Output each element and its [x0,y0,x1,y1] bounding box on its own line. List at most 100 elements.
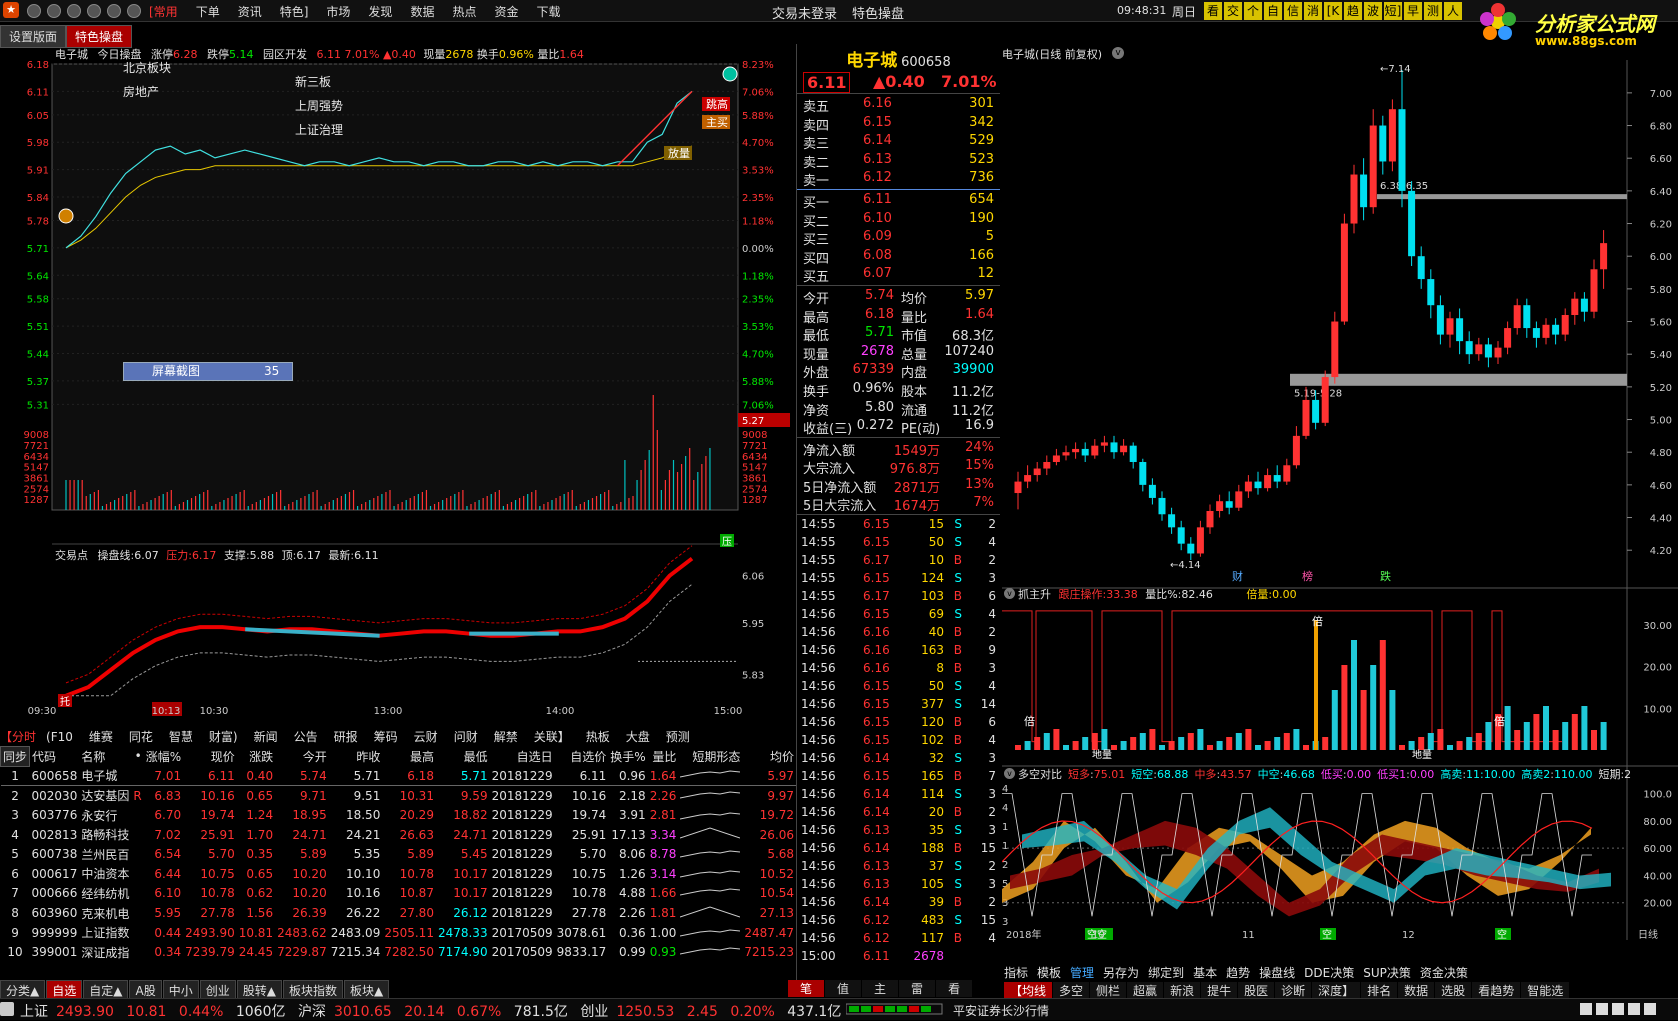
kline-tab[interactable]: 侧栏 [1090,982,1127,999]
toolbar-button[interactable]: 波 [1364,2,1382,20]
tick-row[interactable]: 14:56 6.16 8 B 3 [797,661,1000,679]
kline-tab[interactable]: 提牛 [1201,982,1238,999]
tick-row[interactable]: 14:56 6.15 50 S 4 [797,679,1000,697]
toolbar-button[interactable]: 短] [1384,2,1402,20]
column-header[interactable]: 涨幅% [144,747,183,767]
tick-row[interactable]: 14:56 6.14 20 B 2 [797,805,1000,823]
list-nav-item[interactable]: 维赛 [89,730,113,744]
tick-row[interactable]: 14:56 6.14 114 S 3 [797,787,1000,805]
table-row[interactable]: 5 600738 兰州民百 6.54 5.70 0.35 5.89 5.35 5.89 5.45 2… [1,844,797,864]
list-nav-item[interactable]: 预测 [666,730,690,744]
tick-row[interactable]: 14:56 6.14 39 B 2 [797,895,1000,913]
window-button-icon[interactable] [47,4,61,18]
tick-row[interactable]: 14:56 6.14 188 B 15 [797,841,1000,859]
list-nav-item[interactable]: 新闻 [254,730,278,744]
table-row[interactable]: 6 000617 中油资本 6.44 10.75 0.65 10.20 10.10 10.78 1… [1,864,797,884]
table-row[interactable]: 1 600658 电子城 7.01 6.11 0.40 5.74 5.71 6.18 5.71 20… [0,766,797,786]
toolbar-button[interactable]: 看 [1204,2,1222,20]
intraday-chart[interactable]: 6.18 6.11 6.05 5.98 5.91 5.84 5.78 5.71 5.64 5.58… [0,60,796,720]
tick-row[interactable]: 14:56 6.15 120 B 6 [797,715,1000,733]
login-status[interactable]: 交易未登录 [772,3,837,22]
list-nav-item[interactable]: (F10 [46,730,73,744]
column-header[interactable]: • [131,747,143,767]
quote-tab[interactable]: 看 [936,980,973,997]
list-nav-item[interactable]: 大盘 [626,730,650,744]
chevron-down-icon[interactable]: v [1004,588,1015,599]
list-nav-item[interactable]: 研报 [334,730,358,744]
table-row[interactable]: 10 399001 深证成指 0.34 7239.79 24.45 7229.87 7215.… [1,942,797,962]
quote-tab[interactable]: 笔 [788,980,825,997]
tick-row[interactable]: 14:55 6.15 124 S 3 [797,571,1000,589]
tick-row[interactable]: 14:56 6.15 377 S 14 [797,697,1000,715]
tick-row[interactable]: 14:55 6.17 10 B 2 [797,553,1000,571]
kline-menu-item[interactable]: 基本 [1193,966,1217,980]
kline-tab[interactable]: 多空 [1053,982,1090,999]
column-header[interactable]: 最低 [436,747,490,767]
kline-menu-item[interactable]: 管理 [1070,966,1094,980]
list-nav-item[interactable]: 云财 [414,730,438,744]
tick-list[interactable]: 14:55 6.15 15 S 2 14:55 6.15 50 S 4 14:55 6.17 10 B 2 1… [797,515,1000,967]
list-nav-item[interactable]: 财富) [209,730,238,744]
tick-row[interactable]: 14:56 6.13 105 S 3 [797,877,1000,895]
tick-row[interactable]: 14:56 6.13 37 S 2 [797,859,1000,877]
list-nav-item[interactable]: 问财 [454,730,478,744]
kline-tab[interactable]: 股医 [1238,982,1275,999]
window-button-icon[interactable] [27,4,41,18]
list-nav-item[interactable]: 智慧 [169,730,193,744]
kline-tab[interactable]: 排名 [1361,982,1398,999]
window-button-icon[interactable] [67,4,81,18]
table-row[interactable]: 7 000666 经纬纺机 6.10 10.78 0.62 10.20 10.16 10.87 1… [1,884,797,904]
window-button-icon[interactable] [87,4,101,18]
menu-item[interactable]: 下单 [187,0,229,23]
list-nav-item[interactable]: 【分时 [0,730,36,744]
kline-tab[interactable]: 看趋势 [1472,982,1521,999]
quote-tab[interactable]: 主 [862,980,899,997]
kline-tab[interactable]: 诊断 [1275,982,1312,999]
column-header[interactable]: 量比 [648,747,679,767]
list-nav-item[interactable]: 同花 [129,730,153,744]
menu-item[interactable]: 下载 [527,0,569,23]
menu-item[interactable]: 发现 [359,0,401,23]
kline-tab[interactable]: 智能选 [1521,982,1570,999]
list-nav-item[interactable]: 公告 [294,730,318,744]
window-button-icon[interactable] [107,4,121,18]
kline-menu-item[interactable]: 指标 [1004,966,1028,980]
kline-tab[interactable]: 超赢 [1127,982,1164,999]
tick-row[interactable]: 14:55 6.15 50 S 4 [797,535,1000,553]
kline-menu-item[interactable]: 操盘线 [1259,966,1295,980]
menu-item[interactable]: 特色] [271,0,318,23]
column-header[interactable]: 自选日 [490,747,555,767]
window-button-icon[interactable] [127,4,141,18]
kline-tab[interactable]: 数据 [1398,982,1435,999]
column-header[interactable]: 涨跌 [237,747,275,767]
kline-menu-item[interactable]: DDE决策 [1304,966,1354,980]
tab-feature-trading[interactable]: 特色操盘 [66,25,133,48]
tick-row[interactable]: 14:55 6.15 15 S 2 [797,517,1000,535]
list-nav-item[interactable]: 筹码 [374,730,398,744]
feature-title[interactable]: 特色操盘 [852,3,904,22]
kline-tab[interactable]: 深度】 [1312,982,1361,999]
menu-item[interactable]: [常用 [140,0,187,23]
tick-row[interactable]: 15:00 6.11 2678 [797,949,1000,967]
menu-item[interactable]: 资讯 [229,0,271,23]
column-header[interactable]: 今开 [275,747,329,767]
quote-tab[interactable]: 值 [825,980,862,997]
menu-item[interactable]: 市场 [317,0,359,23]
menu-item[interactable]: 资金 [485,0,527,23]
tick-row[interactable]: 14:56 6.16 40 B 2 [797,625,1000,643]
kline-tab[interactable]: 【均线 [1004,982,1053,999]
toolbar-button[interactable]: 早 [1404,2,1422,20]
toolbar-button[interactable]: 测 [1424,2,1442,20]
tick-row[interactable]: 14:56 6.14 32 S 3 [797,751,1000,769]
column-header[interactable]: 现价 [183,747,237,767]
menu-item[interactable]: 热点 [443,0,485,23]
list-nav-item[interactable]: 关联】 [534,730,570,744]
toolbar-button[interactable]: 人 [1444,2,1462,20]
chevron-down-icon[interactable]: v [1112,47,1124,59]
kline-menu-item[interactable]: 模板 [1037,966,1061,980]
kline-tab[interactable]: 新浪 [1164,982,1201,999]
kline-menu-item[interactable]: 绑定到 [1148,966,1184,980]
column-header[interactable]: 自选价 [555,747,609,767]
tick-row[interactable]: 14:56 6.12 117 B 4 [797,931,1000,949]
list-nav-item[interactable]: 解禁 [494,730,518,744]
